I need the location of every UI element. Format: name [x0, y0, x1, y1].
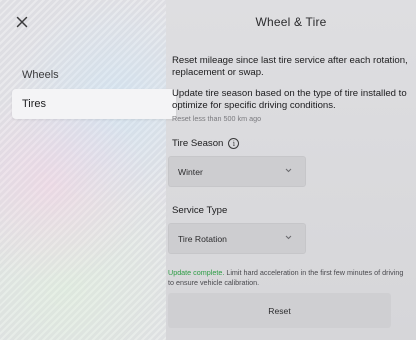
- sidebar-item-tires[interactable]: Tires: [12, 89, 176, 119]
- reset-note: Reset less than 500 km ago: [172, 114, 262, 123]
- status-message: Update complete. Limit hard acceleration…: [168, 268, 406, 288]
- tire-season-value: Winter: [178, 166, 203, 177]
- status-highlight: Update complete.: [168, 268, 225, 277]
- close-icon: [16, 16, 28, 28]
- tire-season-label: Tire Season: [172, 138, 224, 149]
- info-icon[interactable]: i: [228, 138, 240, 149]
- sidebar-item-label: Wheels: [22, 69, 59, 81]
- service-type-value: Tire Rotation: [178, 233, 227, 244]
- service-type-label: Service Type: [172, 205, 228, 216]
- chevron-down-icon: [285, 235, 292, 240]
- tire-season-label-row: Tire Season i: [172, 138, 240, 149]
- sidebar-item-label: Tires: [22, 98, 47, 110]
- tire-season-dropdown[interactable]: Winter: [168, 156, 306, 187]
- header: Wheel & Tire: [0, 0, 416, 44]
- chevron-down-icon: [285, 168, 292, 173]
- sidebar-item-wheels[interactable]: Wheels: [12, 60, 176, 90]
- page-title: Wheel & Tire: [255, 15, 327, 29]
- reset-button-label: Reset: [268, 305, 291, 316]
- service-type-label-row: Service Type: [172, 205, 227, 216]
- reset-button[interactable]: Reset: [168, 293, 391, 328]
- close-button[interactable]: [10, 10, 34, 34]
- tire-season-description: Update tire season based on the type of …: [172, 88, 407, 111]
- reset-mileage-description: Reset mileage since last tire service af…: [172, 55, 408, 78]
- service-type-dropdown[interactable]: Tire Rotation: [168, 223, 306, 254]
- sidebar-panel: [0, 0, 166, 340]
